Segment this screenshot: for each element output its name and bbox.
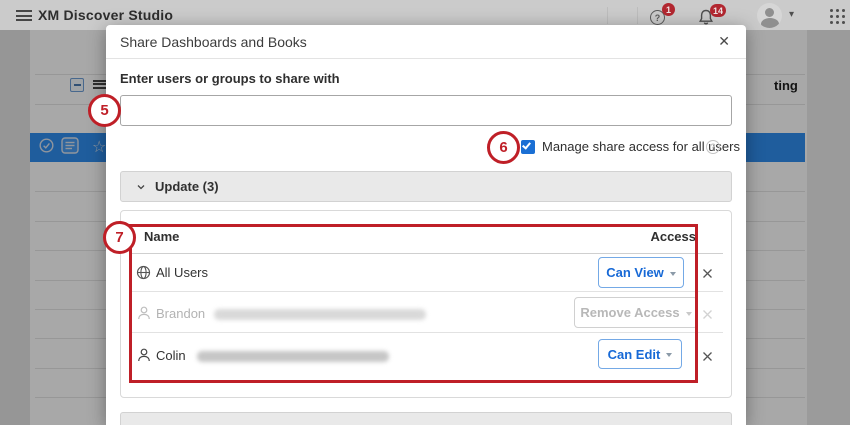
app-switcher-grid-icon[interactable]	[830, 9, 833, 12]
app-title: XM Discover Studio	[38, 7, 173, 23]
annotation-rectangle	[129, 224, 698, 383]
annotation-callout-7: 7	[103, 221, 136, 254]
annotation-callout-5: 5	[88, 94, 121, 127]
topbar-divider	[637, 7, 638, 24]
remove-share-x-icon[interactable]	[702, 307, 713, 318]
close-icon[interactable]: ✕	[718, 33, 730, 50]
topbar-divider	[607, 7, 608, 24]
help-badge: 1	[662, 3, 675, 16]
share-input-label: Enter users or groups to share with	[120, 71, 340, 86]
notifications-badge: 14	[710, 4, 726, 17]
next-section-header[interactable]	[120, 412, 732, 425]
annotation-callout-6: 6	[487, 131, 520, 164]
remove-share-x-icon[interactable]	[702, 266, 713, 277]
avatar[interactable]	[757, 3, 782, 28]
update-section-label: Update (3)	[155, 179, 219, 194]
menu-hamburger-icon[interactable]	[16, 10, 32, 21]
modal-header: Share Dashboards and Books ✕	[106, 25, 746, 59]
tooltip-help-icon[interactable]: ?	[706, 140, 720, 154]
share-users-input[interactable]	[120, 95, 732, 126]
avatar-chevron-down-icon[interactable]: ▾	[789, 9, 794, 20]
chevron-down-icon	[137, 183, 145, 191]
remove-share-x-icon[interactable]	[702, 349, 713, 360]
manage-access-checkbox[interactable]	[521, 140, 535, 154]
modal-title: Share Dashboards and Books	[120, 34, 307, 50]
update-section-header[interactable]: Update (3)	[120, 171, 732, 202]
screen: ☆ ting ☆ XM Discover Studio ? 1 14 ▾	[0, 0, 850, 425]
